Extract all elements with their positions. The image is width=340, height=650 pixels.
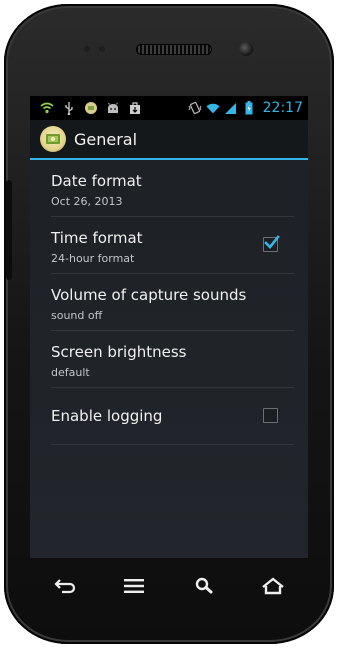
light-sensor: [99, 46, 105, 52]
pref-summary: default: [51, 366, 90, 379]
pref-title: Volume of capture sounds: [51, 286, 247, 304]
screen: 22:17 General Date format Oct 26, 2013 T…: [30, 96, 308, 558]
navigation-bar: [30, 566, 308, 606]
pref-title: Screen brightness: [51, 343, 187, 361]
download-icon: [128, 101, 142, 115]
battery-icon: [242, 101, 256, 115]
pref-enable-logging[interactable]: Enable logging: [51, 388, 294, 445]
pref-title: Time format: [51, 229, 143, 247]
pref-title: Date format: [51, 172, 142, 190]
wifi-signal-icon: [206, 101, 220, 115]
menu-icon[interactable]: [114, 569, 154, 603]
pref-summary: 24-hour format: [51, 252, 135, 265]
action-bar: General: [30, 120, 308, 160]
preferences-list: Date format Oct 26, 2013 Time format 24-…: [30, 160, 308, 445]
pref-time-format[interactable]: Time format 24-hour format: [51, 217, 294, 274]
proximity-sensor: [84, 46, 90, 52]
cell-signal-icon: [224, 101, 238, 115]
checkmark-icon: [264, 235, 280, 249]
usb-icon: [62, 101, 76, 115]
earpiece-speaker: [136, 44, 212, 55]
pref-summary: sound off: [51, 309, 103, 322]
clock: 22:17: [262, 100, 303, 116]
pref-screen-brightness[interactable]: Screen brightness default: [51, 331, 294, 388]
wifi-notification-icon: [40, 101, 54, 115]
back-icon[interactable]: [45, 569, 85, 603]
app-logo-icon[interactable]: [40, 126, 66, 152]
time-format-checkbox[interactable]: [263, 235, 280, 252]
status-bar: 22:17: [30, 96, 308, 120]
home-icon[interactable]: [253, 569, 293, 603]
enable-logging-checkbox[interactable]: [263, 408, 278, 423]
pref-title: Enable logging: [51, 407, 163, 425]
pref-date-format[interactable]: Date format Oct 26, 2013: [51, 160, 294, 217]
android-debug-icon: [106, 101, 120, 115]
search-icon[interactable]: [184, 569, 224, 603]
vibrate-icon: [188, 101, 202, 115]
front-camera: [239, 42, 253, 56]
page-title: General: [74, 129, 138, 149]
pref-capture-volume[interactable]: Volume of capture sounds sound off: [51, 274, 294, 331]
app-notification-icon: [84, 101, 98, 115]
volume-key[interactable]: [6, 180, 12, 280]
pref-summary: Oct 26, 2013: [51, 195, 123, 208]
